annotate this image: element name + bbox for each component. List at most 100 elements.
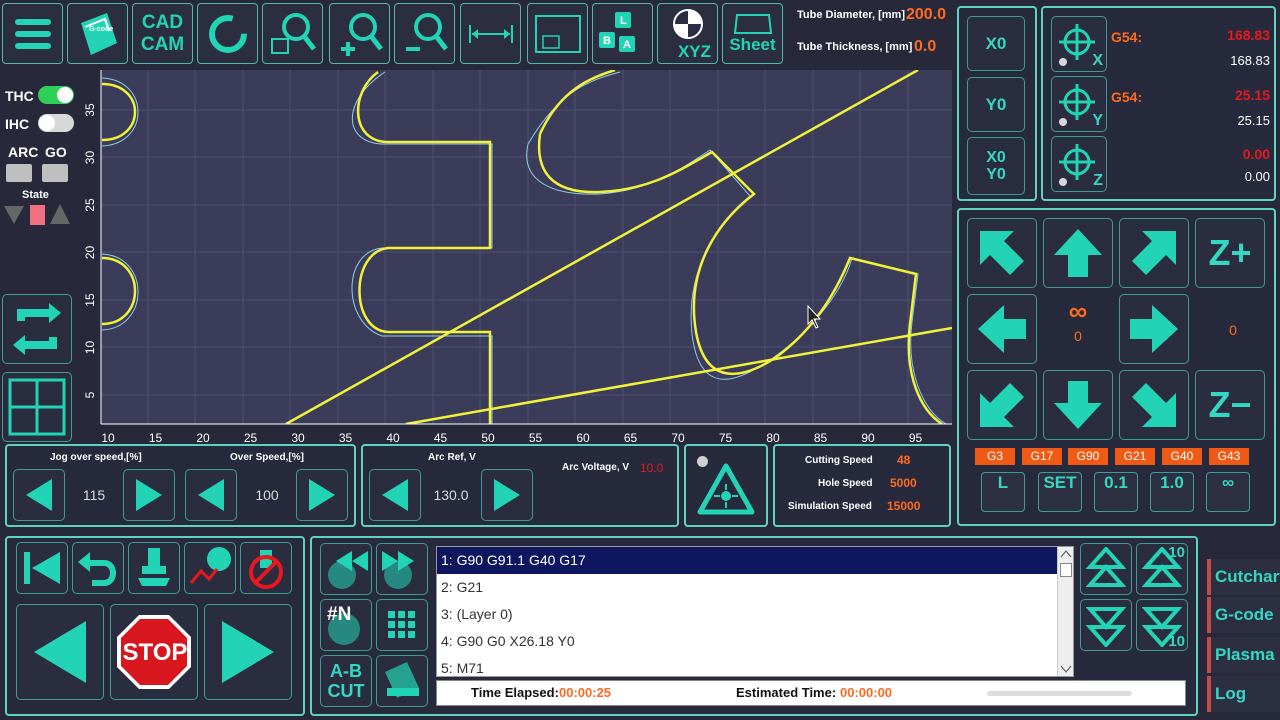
jog-up-left-button[interactable] [967,218,1037,288]
z-axis-button[interactable]: Z [1051,136,1107,192]
measure-button[interactable] [460,3,521,64]
undo-button[interactable] [72,542,124,594]
disable-torch-button[interactable] [240,542,292,594]
zoom-in-button[interactable] [329,3,390,64]
fit-sheet-button[interactable] [527,3,588,64]
arc-ref-increase-button[interactable] [481,469,533,521]
goto-line-button[interactable]: #N [320,599,372,651]
torch-test-button[interactable] [128,542,180,594]
jog-down-button[interactable] [1043,370,1113,440]
scroll-page-down-button[interactable]: 10 [1136,599,1188,651]
y-tick-label: 35 [83,103,97,117]
over-speed-increase-button[interactable] [296,469,348,521]
program-grid-button[interactable] [376,599,428,651]
cad-cam-button[interactable]: CAD CAM [132,3,193,64]
measure-icon [468,24,513,43]
jog-down-left-button[interactable] [967,370,1037,440]
jog-z-minus-button[interactable]: Z− [1195,370,1265,440]
scroll-page-up-button[interactable]: 10 [1136,543,1188,595]
sheet-label: Sheet [729,34,776,54]
rotate-view-button[interactable] [2,294,72,364]
tab-gcode[interactable]: G-code [1207,597,1280,633]
zero-y-button[interactable]: Y0 [967,77,1025,132]
over-speed-label: Over Speed,[%] [230,452,304,463]
y-tick-label: 25 [83,198,97,212]
ihc-toggle[interactable] [38,114,74,132]
step-1-0-button[interactable]: 1.0 [1150,472,1194,512]
x-tick-label: 90 [861,431,875,445]
fast-forward-icon [382,551,414,589]
refresh-button[interactable] [197,3,258,64]
thc-toggle[interactable] [38,86,74,104]
jog-z-plus-button[interactable]: Z+ [1195,218,1265,288]
step-0-1-button[interactable]: 0.1 [1094,472,1138,512]
x-axis-button[interactable]: X [1051,16,1107,72]
thc-label: THC [5,88,34,104]
step-back-button[interactable] [320,543,372,595]
y-tick-label: 5 [83,391,97,398]
gcode-line-1[interactable]: 1: G90 G91.1 G40 G17 [437,547,1057,574]
over-speed-decrease-button[interactable] [185,469,237,521]
step-forward-button[interactable] [376,543,428,595]
run-forward-button[interactable] [204,604,292,700]
gcode-line-3[interactable]: 3: (Layer 0) [437,601,1057,628]
step-set-button[interactable]: SET [1038,472,1082,512]
gcode-file-button[interactable]: G-code [67,3,128,64]
step-continuous-button[interactable]: ∞ [1206,472,1250,512]
ab-cut-label-line1: A-B [330,661,362,681]
jog-speed-decrease-button[interactable] [13,469,65,521]
tab-plasma[interactable]: Plasma [1207,637,1280,673]
zero-x-button[interactable]: X0 [967,16,1025,71]
arc-label: ARC [8,144,39,160]
rotate-arrows-icon [13,303,61,355]
zoom-window-button[interactable] [262,3,323,64]
laser-pointer-button[interactable] [694,459,758,519]
gcode-line-2[interactable]: 2: G21 [437,574,1057,601]
stop-button[interactable]: STOP [110,604,198,700]
gcode-state-g43: G43 [1209,448,1249,465]
jog-speed-increase-button[interactable] [123,469,175,521]
thc-toggle-knob [57,87,73,103]
jog-up-button[interactable] [1043,218,1113,288]
tube-diameter-label: Tube Diameter, [mm] [797,9,905,21]
state-label: State [22,189,49,201]
grid-view-button[interactable] [2,372,72,442]
scroll-up-icon[interactable] [1058,547,1074,561]
scroll-down-button[interactable] [1080,599,1132,651]
ab-cut-button[interactable]: A-B CUT [320,655,372,707]
jog-up-right-button[interactable] [1119,218,1189,288]
arc-indicator [6,164,32,182]
toolpath-canvas[interactable]: 10 15 20 25 30 35 40 45 50 55 60 65 70 75 80 85 90 95 35 3… [80,70,952,446]
xyz-button[interactable]: XYZ [657,3,718,64]
gcode-listing[interactable]: 1: G90 G91.1 G40 G17 2: G21 3: (Layer 0)… [436,546,1074,677]
keys-button[interactable]: LBA [592,3,653,64]
path-preview-icon [189,547,231,584]
gcode-line-4[interactable]: 4: G90 G0 X26.18 Y0 [437,628,1057,655]
step-l-button[interactable]: L [981,472,1025,512]
path-preview-button[interactable] [184,542,236,594]
menu-button[interactable] [2,3,63,64]
tab-cutchart[interactable]: Cutchart [1207,559,1280,595]
sheet-button[interactable]: Sheet [722,3,783,64]
x-tick-label: 10 [101,431,115,445]
run-backward-button[interactable] [16,604,104,700]
jog-continuous-indicator[interactable]: ∞ 0 [1043,294,1113,364]
state-indicator [30,205,45,225]
scroll-down-icon[interactable] [1058,662,1074,676]
arc-ref-decrease-button[interactable] [369,469,421,521]
jog-right-button[interactable] [1119,294,1189,364]
gcode-state-g40: G40 [1162,448,1202,465]
zoom-out-button[interactable] [394,3,455,64]
infinity-icon: ∞ [1068,296,1088,326]
y-axis-button[interactable]: Y [1051,76,1107,132]
edit-program-button[interactable] [376,655,428,707]
gcode-line-5[interactable]: 5: M71 [437,655,1057,676]
scrollbar-thumb[interactable] [1060,563,1072,577]
rewind-start-button[interactable] [16,542,68,594]
jog-down-right-button[interactable] [1119,370,1189,440]
tab-log[interactable]: Log [1207,676,1280,712]
jog-left-button[interactable] [967,294,1037,364]
gcode-scrollbar[interactable] [1057,547,1073,676]
scroll-up-button[interactable] [1080,543,1132,595]
zero-xy-button[interactable]: X0 Y0 [967,137,1025,195]
